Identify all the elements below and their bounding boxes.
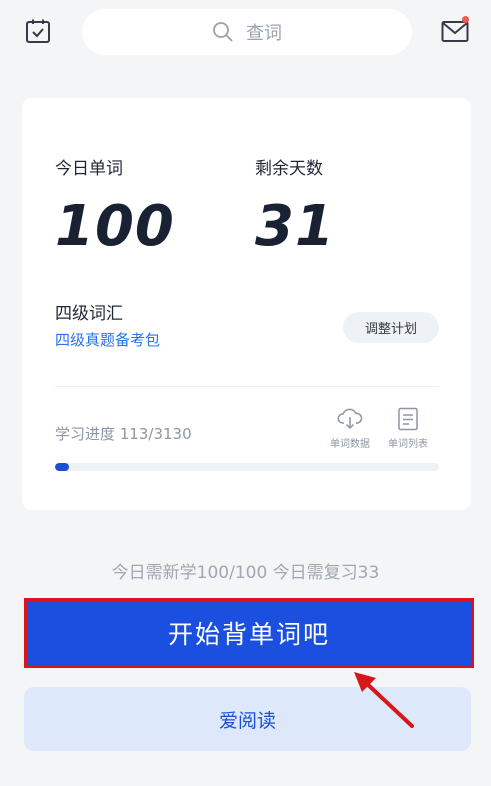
mail-button[interactable] (440, 16, 470, 45)
list-document-icon (398, 407, 418, 431)
divider (55, 386, 439, 387)
today-words-value: 100 (55, 194, 175, 259)
notification-dot (462, 16, 469, 23)
today-words-label: 今日单词 (55, 159, 123, 179)
search-icon (213, 22, 233, 42)
book-subtitle-link[interactable]: 四级真题备考包 (55, 329, 160, 350)
progress-text: 学习进度 113/3130 (55, 425, 192, 443)
word-list-button[interactable]: 单词列表 (384, 407, 432, 450)
adjust-plan-button[interactable]: 调整计划 (343, 312, 439, 343)
cloud-download-icon (337, 408, 363, 430)
word-data-button[interactable]: 单词数据 (326, 407, 374, 450)
word-data-label: 单词数据 (330, 439, 370, 450)
search-bar[interactable]: 查词 (82, 9, 412, 55)
start-learning-button[interactable]: 开始背单词吧 (24, 598, 474, 668)
calendar-check-icon (26, 19, 50, 43)
search-placeholder: 查词 (246, 23, 282, 44)
today-summary: 今日需新学100/100 今日需复习33 (111, 563, 380, 583)
remaining-days-value: 31 (255, 194, 335, 259)
calendar-button[interactable] (24, 17, 52, 45)
book-title: 四级词汇 (55, 304, 123, 324)
remaining-days-label: 剩余天数 (255, 159, 323, 179)
annotation-arrow (354, 672, 414, 728)
word-list-label: 单词列表 (388, 439, 428, 450)
progress-fill (55, 463, 69, 471)
progress-bar (55, 463, 439, 471)
plan-card: 今日单词 100 剩余天数 31 四级词汇 四级真题备考包 调整计划 学习进度 … (22, 98, 471, 510)
